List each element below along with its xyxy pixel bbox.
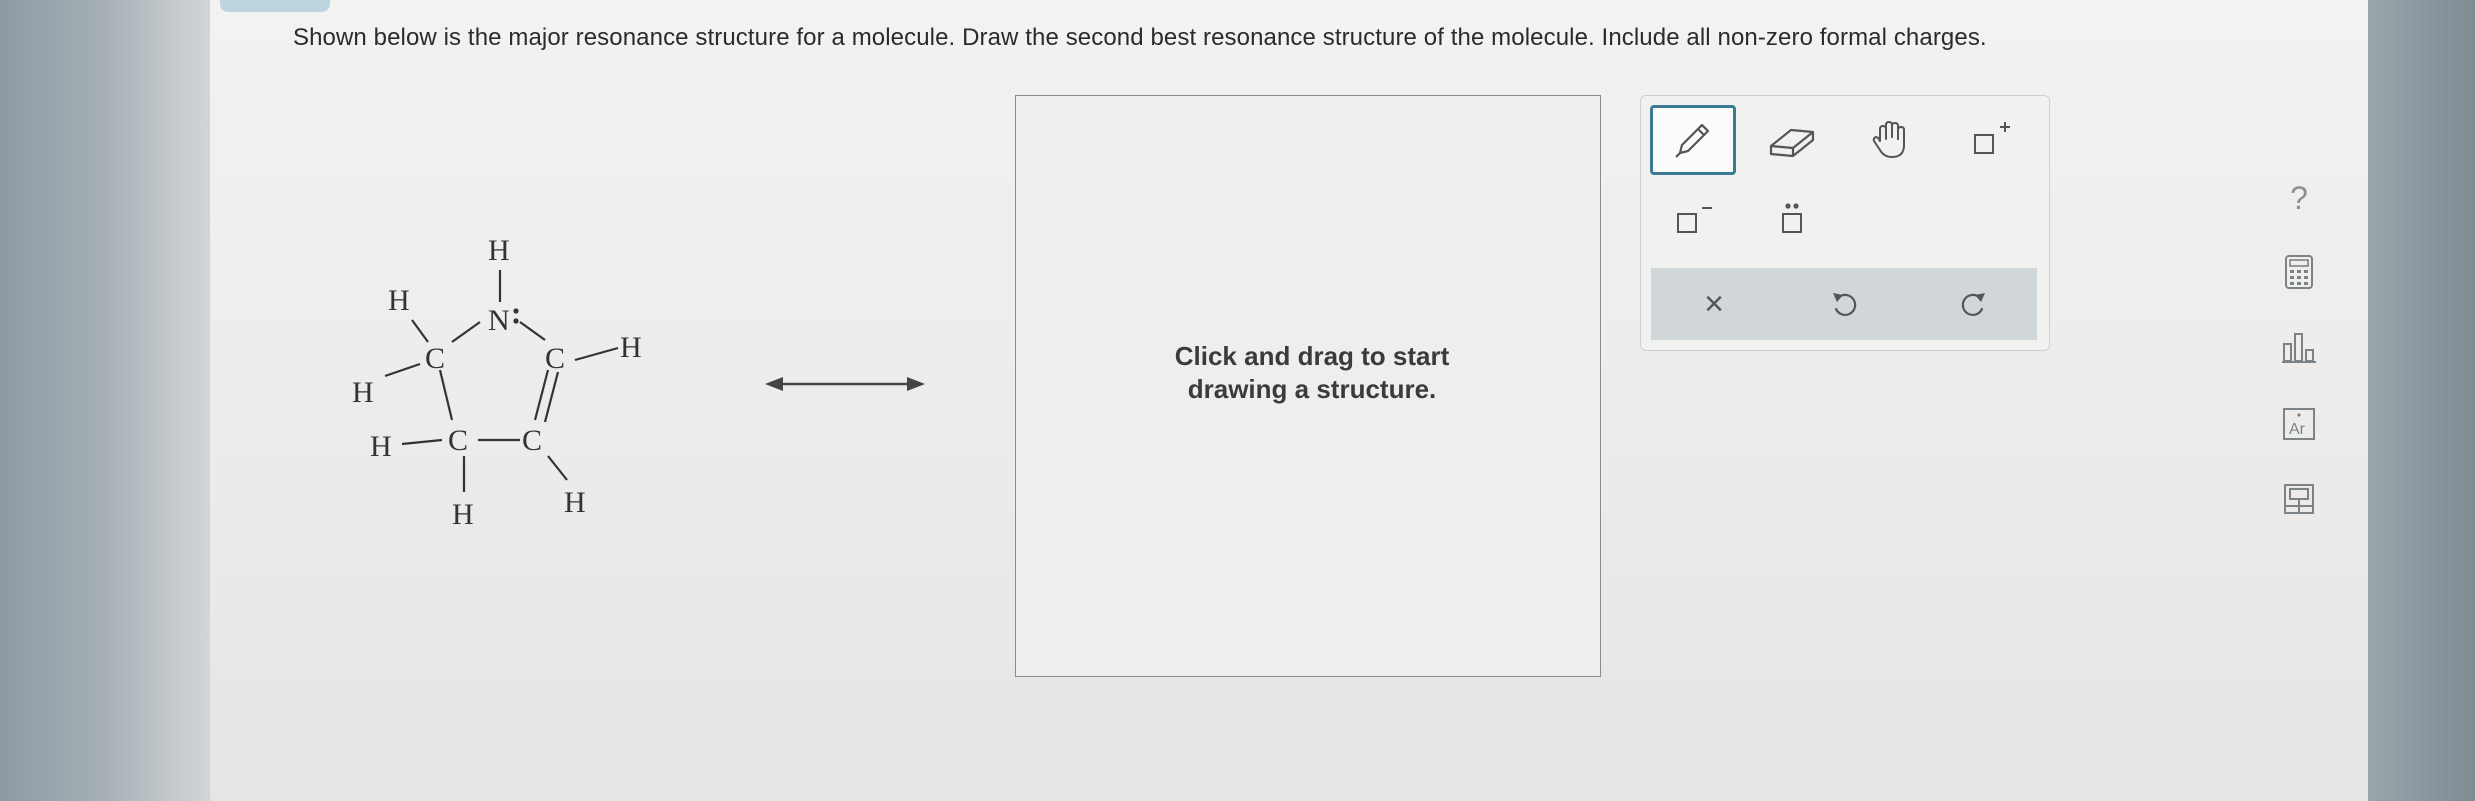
eraser-tool[interactable] [1749, 105, 1835, 175]
question-text: Shown below is the major resonance struc… [293, 24, 1987, 51]
pencil-icon [1675, 123, 1710, 158]
plus-charge-icon [1974, 122, 2010, 154]
calculator-button[interactable] [2277, 250, 2321, 294]
help-icon: ? [2290, 179, 2308, 216]
help-button[interactable]: ? [2277, 176, 2321, 220]
negative-charge-tool[interactable] [1650, 184, 1736, 254]
atom-c-left: C [425, 342, 445, 375]
atom-c-bottom-left: C [448, 424, 468, 457]
hand-tool[interactable] [1848, 105, 1934, 175]
right-margin [2368, 0, 2475, 801]
lone-pair-dot [513, 318, 519, 324]
action-strip: × [1651, 268, 2037, 340]
atom-h-bottom-right: H [564, 486, 586, 519]
chart-button[interactable] [2277, 325, 2321, 369]
resonance-arrow-icon [765, 377, 925, 391]
atom-c-bottom-right: C [522, 424, 542, 457]
pencil-tool[interactable] [1650, 105, 1736, 175]
positive-charge-tool[interactable] [1947, 105, 2033, 175]
drawing-toolbar: × [1640, 95, 2050, 351]
svg-text:Ar: Ar [2289, 421, 2306, 438]
minus-charge-icon [1677, 207, 1712, 233]
reference-icon [2284, 484, 2314, 514]
atom-h-left: H [352, 376, 374, 409]
chart-icon [2282, 333, 2316, 363]
calculator-icon [2285, 255, 2313, 289]
redo-button[interactable] [1931, 269, 2017, 339]
atom-n: N [488, 304, 510, 337]
atom-h-bottom-left-down: H [452, 498, 474, 531]
periodic-table-icon: Ar [2283, 408, 2315, 440]
periodic-table-button[interactable]: Ar [2277, 402, 2321, 446]
canvas-hint: Click and drag to start drawing a struct… [1174, 341, 1450, 404]
reference-button[interactable] [2277, 478, 2321, 522]
clear-button[interactable]: × [1671, 269, 1757, 339]
atom-h-top: H [488, 234, 510, 267]
undo-button[interactable] [1801, 269, 1887, 339]
atom-h-right: H [620, 331, 642, 364]
undo-icon [1833, 293, 1857, 316]
atom-h-bottom-left-side: H [370, 430, 392, 463]
top-tab[interactable] [220, 0, 330, 12]
lone-pair-dot [513, 308, 519, 314]
eraser-icon [1769, 128, 1815, 158]
lone-pair-icon [1782, 203, 1802, 233]
redo-icon [1961, 293, 1985, 316]
atom-c-right: C [545, 342, 565, 375]
hand-icon [1872, 121, 1905, 158]
atom-h-upper-left: H [388, 284, 410, 317]
lone-pair-tool[interactable] [1749, 184, 1835, 254]
molecule-structure: H N H C H C H C H H C H [352, 234, 642, 531]
